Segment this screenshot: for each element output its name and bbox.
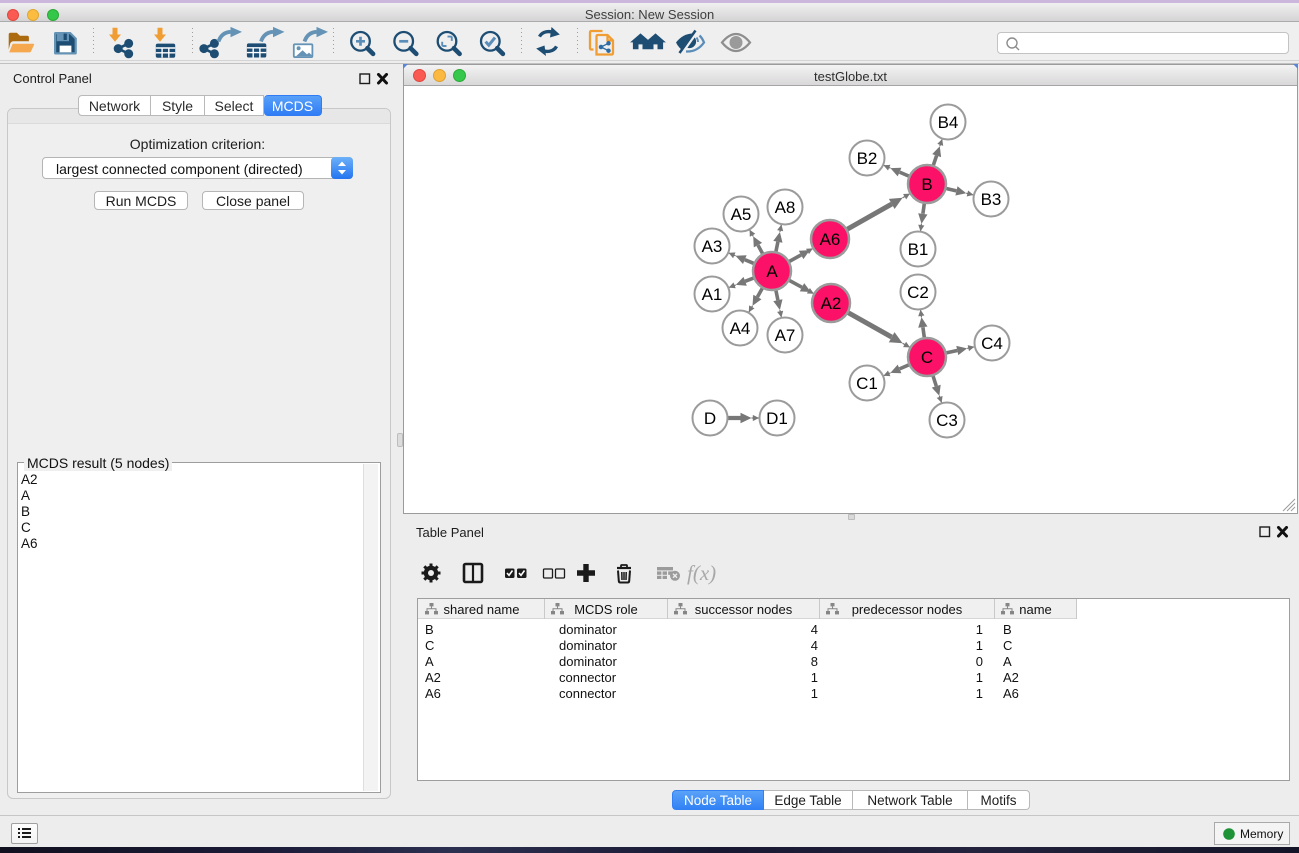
svg-text:C1: C1 <box>856 374 878 393</box>
svg-text:A7: A7 <box>775 326 796 345</box>
svg-text:B2: B2 <box>857 149 878 168</box>
svg-text:D1: D1 <box>766 409 788 428</box>
svg-text:C: C <box>921 348 933 367</box>
svg-text:A8: A8 <box>775 198 796 217</box>
svg-text:C3: C3 <box>936 411 958 430</box>
svg-text:A2: A2 <box>821 294 842 313</box>
svg-text:B: B <box>921 175 932 194</box>
svg-text:C4: C4 <box>981 334 1003 353</box>
svg-text:A6: A6 <box>820 230 841 249</box>
svg-text:C2: C2 <box>907 283 929 302</box>
svg-text:A3: A3 <box>702 237 723 256</box>
svg-text:D: D <box>704 409 716 428</box>
svg-text:A: A <box>766 262 778 281</box>
svg-text:A5: A5 <box>731 205 752 224</box>
svg-text:B4: B4 <box>938 113 959 132</box>
svg-text:B1: B1 <box>908 240 929 259</box>
svg-text:A4: A4 <box>730 319 751 338</box>
svg-text:B3: B3 <box>981 190 1002 209</box>
svg-text:A1: A1 <box>702 285 723 304</box>
svg-text:f(x): f(x) <box>687 561 716 585</box>
